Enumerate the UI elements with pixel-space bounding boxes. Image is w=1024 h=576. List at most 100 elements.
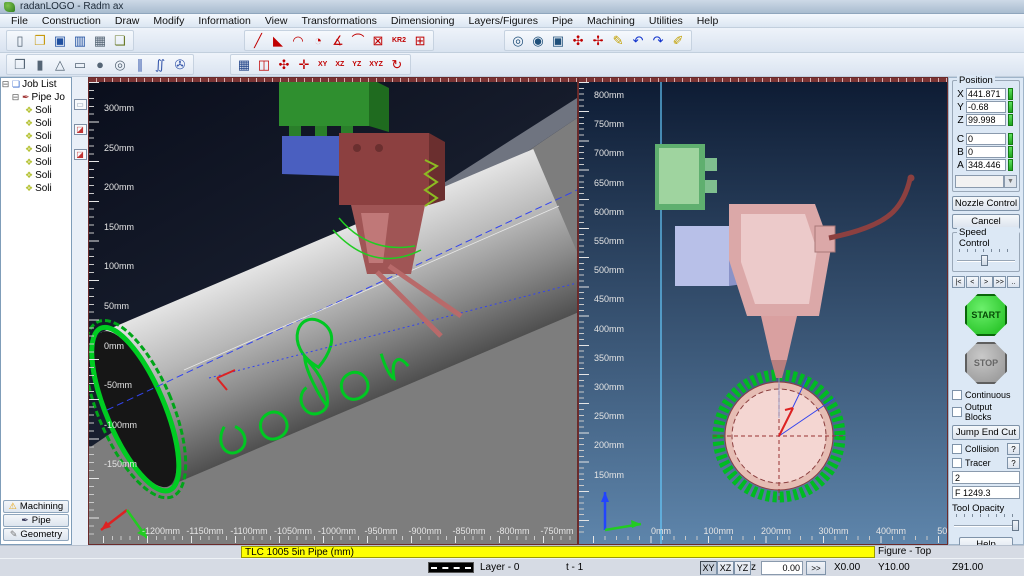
pipe-wire-icon[interactable]: ∥ (130, 56, 150, 74)
view-preset-marked2-icon[interactable]: ◪ (74, 149, 87, 160)
checkbox[interactable] (952, 390, 962, 400)
menu-information[interactable]: Information (191, 15, 258, 27)
menu-view[interactable]: View (258, 15, 295, 27)
plane-button-xy[interactable]: XY (700, 561, 717, 575)
nozzle-control-button[interactable]: Nozzle Control (952, 196, 1020, 211)
menu-utilities[interactable]: Utilities (642, 15, 690, 27)
feed-rate-field[interactable]: F 1249.3 (952, 486, 1020, 499)
help-query-button[interactable]: ? (1007, 443, 1020, 455)
tree-row-pipe[interactable]: ⊟✒Pipe Jo (1, 91, 71, 104)
highlight-pen-icon[interactable]: ✎ (608, 31, 628, 49)
solid-cone-icon[interactable]: △ (50, 56, 70, 74)
open-file-icon[interactable]: ❐ (30, 31, 50, 49)
plane-button-yz[interactable]: YZ (734, 561, 751, 575)
arc-tangent-icon[interactable]: ⌒ (348, 31, 368, 49)
tree-row-job-list[interactable]: ⊟❏Job List (1, 78, 71, 91)
combo-field[interactable] (955, 175, 1004, 188)
shrink-view-icon[interactable]: ✛ (294, 56, 314, 74)
tree-expand-icon[interactable]: ⊟ (1, 79, 10, 90)
slider-thumb[interactable] (1012, 520, 1019, 531)
checkbox[interactable] (952, 407, 962, 417)
arc-icon[interactable]: ◠ (288, 31, 308, 49)
snap-grid-icon[interactable]: ⊞ (410, 31, 430, 49)
checkbox[interactable] (952, 458, 962, 468)
solid-box-icon[interactable]: ▭ (70, 56, 90, 74)
pipe-solid-icon[interactable]: ∬ (150, 56, 170, 74)
stop-button[interactable]: STOP (965, 342, 1007, 384)
step-button-3[interactable]: >> (993, 276, 1006, 288)
step-button-1[interactable]: < (966, 276, 979, 288)
render-view-icon[interactable]: ▦ (234, 56, 254, 74)
job-tab-machining[interactable]: ⚠Machining (3, 500, 69, 513)
menu-help[interactable]: Help (690, 15, 726, 27)
tree-row-solid[interactable]: ❖Soli (1, 169, 71, 182)
tool-opacity-slider[interactable] (954, 519, 1018, 531)
zoom-window-icon[interactable]: ◉ (528, 31, 548, 49)
menu-transformations[interactable]: Transformations (294, 15, 383, 27)
menu-machining[interactable]: Machining (580, 15, 642, 27)
rotate-view-icon[interactable]: ↻ (387, 56, 407, 74)
plane-button-xz[interactable]: XZ (717, 561, 734, 575)
erase-icon[interactable]: ✐ (668, 31, 688, 49)
axis-value-field[interactable]: 348.446 (966, 159, 1006, 171)
tree-row-solid[interactable]: ❖Soli (1, 117, 71, 130)
tree-row-solid[interactable]: ❖Soli (1, 143, 71, 156)
zoom-page-icon[interactable]: ▣ (548, 31, 568, 49)
view-xy-icon[interactable]: XY (314, 56, 331, 74)
tree-row-solid[interactable]: ❖Soli (1, 182, 71, 195)
menu-draw[interactable]: Draw (108, 15, 147, 27)
redo-icon[interactable]: ↷ (648, 31, 668, 49)
tree-row-solid[interactable]: ❖Soli (1, 156, 71, 169)
speed-slider[interactable] (957, 254, 1015, 266)
z-step-button[interactable]: >> (806, 561, 826, 575)
tree-row-solid[interactable]: ❖Soli (1, 130, 71, 143)
delete-geometry-icon[interactable]: ⊠ (368, 31, 388, 49)
solid-sphere-icon[interactable]: ● (90, 56, 110, 74)
solid-cube-icon[interactable]: ❒ (10, 56, 30, 74)
arc-centre-icon[interactable]: ◔ (308, 31, 328, 49)
axis-value-field[interactable]: 99.998 (966, 114, 1006, 126)
count-field[interactable]: 2 (952, 471, 1020, 484)
viewport-3d-side[interactable]: 300mm250mm200mm150mm100mm50mm0mm-50mm-10… (88, 77, 578, 545)
title-bar[interactable]: radanLOGO - Radm ax (0, 0, 1024, 14)
step-button-0[interactable]: |< (952, 276, 965, 288)
menu-dimensioning[interactable]: Dimensioning (384, 15, 462, 27)
z-input[interactable]: 0.00 (761, 561, 803, 575)
position-combo[interactable]: ▼ (955, 175, 1017, 188)
view-preset-marked-icon[interactable]: ◪ (74, 124, 87, 135)
new-file-icon[interactable]: ▯ (10, 31, 30, 49)
menu-file[interactable]: File (4, 15, 35, 27)
solid-torus-icon[interactable]: ◎ (110, 56, 130, 74)
start-button[interactable]: START (965, 294, 1007, 336)
view-preset-blank-icon[interactable]: ▭ (74, 99, 87, 110)
line-style-swatch[interactable] (428, 562, 474, 573)
checkbox[interactable] (952, 444, 962, 454)
save-all-icon[interactable]: ▥ (70, 31, 90, 49)
jump-end-cut-button[interactable]: Jump End Cut (952, 425, 1020, 440)
angle-measure-icon[interactable]: ∡ (328, 31, 348, 49)
pipe-flask-icon[interactable]: ✇ (170, 56, 190, 74)
job-tab-geometry[interactable]: ✎Geometry (3, 528, 69, 541)
zoom-extents-icon[interactable]: ✣ (568, 31, 588, 49)
menu-construction[interactable]: Construction (35, 15, 108, 27)
menu-pipe[interactable]: Pipe (545, 15, 580, 27)
viewport-layout-icon[interactable]: ◫ (254, 56, 274, 74)
axis-value-field[interactable]: -0.68 (966, 101, 1006, 113)
view-xz-icon[interactable]: XZ (331, 56, 348, 74)
polyline-icon[interactable]: ◣ (268, 31, 288, 49)
print-icon[interactable]: ▦ (90, 31, 110, 49)
viewport-3d-end[interactable]: 800mm750mm700mm650mm600mm550mm500mm450mm… (578, 77, 948, 545)
job-tab-pipe[interactable]: ✒Pipe (3, 514, 69, 527)
axis-value-field[interactable]: 0 (966, 146, 1006, 158)
slider-thumb[interactable] (981, 255, 988, 266)
undo-icon[interactable]: ↶ (628, 31, 648, 49)
line-icon[interactable]: ╱ (248, 31, 268, 49)
view-yz-icon[interactable]: YZ (348, 56, 365, 74)
zoom-previous-icon[interactable]: ✢ (588, 31, 608, 49)
step-button-4[interactable]: .. (1007, 276, 1020, 288)
axis-value-field[interactable]: 441.871 (966, 88, 1006, 100)
paste-icon[interactable]: ❏ (110, 31, 130, 49)
expand-view-icon[interactable]: ✣ (274, 56, 294, 74)
help-query-button[interactable]: ? (1007, 457, 1020, 469)
kr2-icon[interactable]: KR2 (388, 31, 410, 49)
